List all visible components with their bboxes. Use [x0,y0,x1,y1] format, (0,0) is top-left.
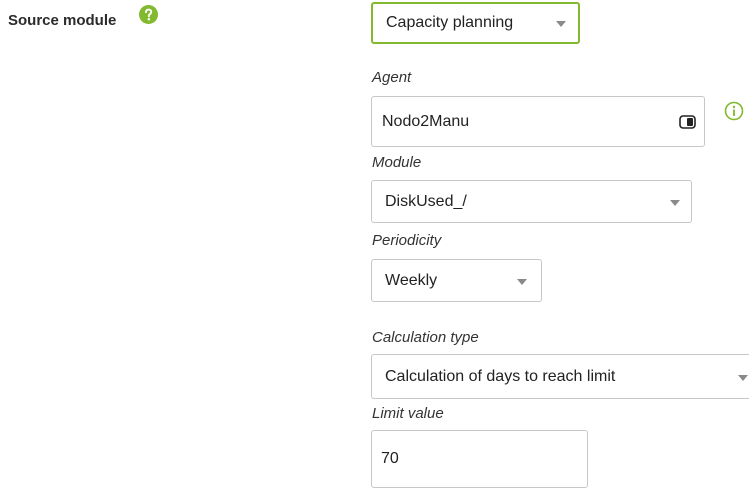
chevron-down-icon [670,199,680,206]
chevron-down-icon [556,21,566,27]
cursor-icon [679,114,696,129]
agent-value: Nodo2Manu [382,112,470,130]
periodicity-value: Weekly [385,271,438,289]
limit-value: 70 [381,450,399,467]
source-module-select[interactable]: Capacity planning [371,2,580,44]
module-label: Module [372,154,422,171]
module-value: DiskUsed_/ [385,192,467,210]
periodicity-label: Periodicity [372,232,442,249]
calculation-type-value: Calculation of days to reach limit [385,367,616,385]
info-icon[interactable] [724,101,744,121]
agent-label: Agent [372,69,412,86]
chevron-down-icon [517,278,527,285]
limit-value-label: Limit value [372,405,444,422]
agent-input[interactable]: Nodo2Manu [371,96,705,147]
source-module-value: Capacity planning [386,14,514,31]
module-select[interactable]: DiskUsed_/ [371,180,692,223]
help-icon[interactable] [139,5,158,24]
periodicity-select[interactable]: Weekly [371,259,542,302]
chevron-down-icon [738,374,748,381]
calculation-type-select[interactable]: Calculation of days to reach limit [371,354,749,399]
source-module-label: Source module [8,12,117,29]
limit-value-input[interactable]: 70 [371,430,588,488]
calculation-type-label: Calculation type [372,329,479,346]
